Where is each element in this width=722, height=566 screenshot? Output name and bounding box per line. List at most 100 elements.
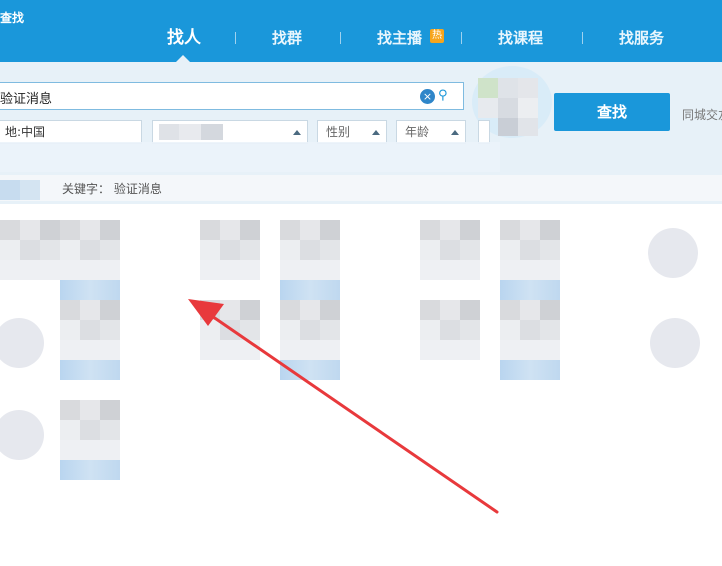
blurred-avatar-tile xyxy=(60,440,120,460)
gender-select-label: 性别 xyxy=(326,125,351,139)
blurred-avatar-tile xyxy=(40,240,60,260)
blurred-avatar-tile xyxy=(200,240,220,260)
find-button[interactable]: 查找 xyxy=(554,93,670,131)
result-card[interactable] xyxy=(60,220,120,300)
blurred-avatar-tile xyxy=(300,240,320,260)
gender-select[interactable]: 性别 xyxy=(317,120,387,144)
blurred-overlay xyxy=(0,142,500,172)
blurred-avatar-tile xyxy=(520,320,540,340)
location-select[interactable]: 地:中国 xyxy=(0,120,142,144)
blurred-avatar-tile xyxy=(280,320,300,340)
blurred-avatar-tile xyxy=(460,240,480,260)
blurred-avatar-tile xyxy=(440,300,460,320)
active-tab-indicator xyxy=(176,55,190,62)
blurred-avatar-tile xyxy=(440,240,460,260)
blurred-avatar-tile xyxy=(60,340,120,360)
result-card[interactable] xyxy=(500,300,560,380)
search-input[interactable] xyxy=(0,82,464,110)
result-card[interactable] xyxy=(280,220,340,300)
blurred-avatar-tile xyxy=(240,240,260,260)
age-select[interactable]: 年龄 xyxy=(396,120,466,144)
blurred-tag xyxy=(280,280,340,300)
blurred-avatar-tile xyxy=(220,300,240,320)
location-select-value: 地:中国 xyxy=(5,125,46,139)
blurred-avatar-tile xyxy=(420,240,440,260)
blurred-avatar-tile xyxy=(500,300,520,320)
blurred-avatar-tile xyxy=(80,220,100,240)
avatar[interactable] xyxy=(0,410,44,460)
blurred-avatar-tile xyxy=(60,220,80,240)
blurred-avatar-tile xyxy=(320,220,340,240)
blurred-avatar-tile xyxy=(220,320,240,340)
result-card[interactable] xyxy=(500,220,560,300)
age-select-label: 年龄 xyxy=(405,125,430,139)
result-card[interactable] xyxy=(200,300,260,380)
blurred-avatar-tile xyxy=(460,300,480,320)
blurred-avatar-tile xyxy=(240,300,260,320)
blurred-avatar-tile xyxy=(100,300,120,320)
blurred-avatar-tile xyxy=(0,260,60,280)
keyword-value: 验证消息 xyxy=(113,182,162,196)
clear-icon[interactable]: × xyxy=(420,89,435,104)
result-card[interactable] xyxy=(420,300,480,380)
blurred-avatar-tile xyxy=(420,220,440,240)
blurred-avatar-tile xyxy=(60,420,80,440)
avatar[interactable] xyxy=(648,228,698,278)
blurred-avatar-tile xyxy=(60,240,80,260)
blurred-avatar-tile xyxy=(20,220,40,240)
blurred-avatar-tile xyxy=(420,320,440,340)
result-card[interactable] xyxy=(200,220,260,300)
local-friends-link[interactable]: 同城交友 xyxy=(682,106,722,123)
header-bar: 查找 找人 找群 找主播 热 找课程 找服务 xyxy=(0,0,722,62)
chevron-up-icon xyxy=(372,130,380,135)
region-select[interactable] xyxy=(152,120,308,144)
result-card[interactable] xyxy=(280,300,340,380)
result-card[interactable] xyxy=(60,300,120,380)
tab-find-courses[interactable]: 找课程 xyxy=(498,27,543,49)
blurred-avatar-tile xyxy=(100,320,120,340)
window-title: 查找 xyxy=(0,11,25,25)
blurred-avatar-tile xyxy=(460,220,480,240)
blurred-avatar-tile xyxy=(40,220,60,240)
blurred-avatar-tile xyxy=(460,320,480,340)
blurred-avatar-tile xyxy=(280,260,340,280)
blurred-avatar-tile xyxy=(500,340,560,360)
blurred-avatar-tile xyxy=(0,240,20,260)
chevron-up-icon xyxy=(293,130,301,135)
blurred-avatar-tile xyxy=(60,300,80,320)
find-people-window: 查找 找人 找群 找主播 热 找课程 找服务 验证消息 × ⚲ 地:中国 性别 … xyxy=(0,0,722,566)
blurred-tag xyxy=(60,280,120,300)
tab-find-people[interactable]: 找人 xyxy=(167,27,201,49)
blurred-avatar-tile xyxy=(320,240,340,260)
blurred-avatar-tile xyxy=(440,220,460,240)
blurred-tag xyxy=(60,460,120,480)
chevron-up-icon xyxy=(451,130,459,135)
blurred-avatar-tile xyxy=(540,220,560,240)
tab-find-groups[interactable]: 找群 xyxy=(272,27,302,49)
avatar[interactable] xyxy=(650,318,700,368)
location-pin-icon[interactable]: ⚲ xyxy=(438,88,450,104)
blurred-avatar-tile xyxy=(200,260,260,280)
blurred-avatar-tile xyxy=(80,240,100,260)
blurred-avatar-tile xyxy=(320,320,340,340)
tab-find-streamers[interactable]: 找主播 xyxy=(377,27,422,49)
blurred-avatar-tile xyxy=(420,300,440,320)
blurred-avatar-tile xyxy=(280,220,300,240)
blurred-avatar-tile xyxy=(220,240,240,260)
blurred-avatar-tile xyxy=(280,240,300,260)
avatar[interactable] xyxy=(0,318,44,368)
extra-select[interactable] xyxy=(478,120,490,144)
blurred-avatar-tile xyxy=(540,240,560,260)
result-card[interactable] xyxy=(420,220,480,300)
result-card[interactable] xyxy=(0,220,60,300)
result-card[interactable] xyxy=(60,400,120,480)
blurred-avatar-tile xyxy=(240,220,260,240)
blurred-avatar-tile xyxy=(100,420,120,440)
keyword-label: 关键字： xyxy=(62,182,111,196)
tab-find-services[interactable]: 找服务 xyxy=(619,27,664,49)
blurred-avatar-tile xyxy=(520,300,540,320)
search-input-value: 验证消息 xyxy=(0,92,53,107)
blurred-avatar-tile xyxy=(240,320,260,340)
blurred-tag xyxy=(280,360,340,380)
blurred-avatar-tile xyxy=(280,300,300,320)
